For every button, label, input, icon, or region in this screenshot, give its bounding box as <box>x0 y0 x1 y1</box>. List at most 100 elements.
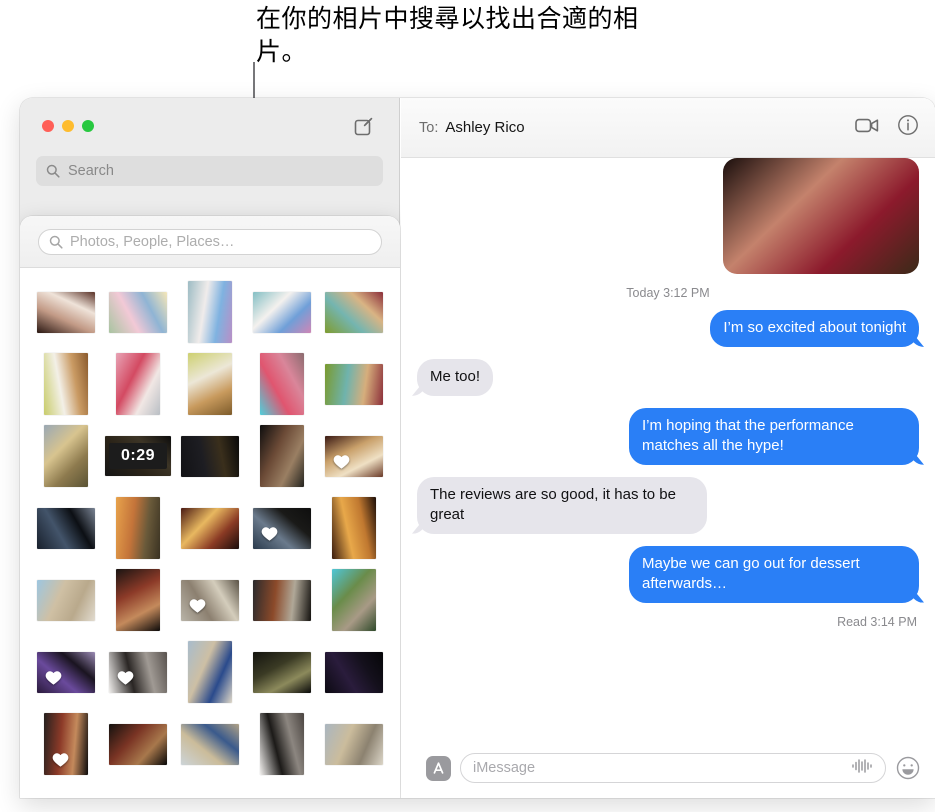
photo-thumbnail[interactable] <box>37 652 95 693</box>
app-store-icon[interactable] <box>426 756 451 781</box>
photo-thumbnail[interactable] <box>37 292 95 333</box>
incoming-message-bubble[interactable]: The reviews are so good, it has to be gr… <box>417 477 707 534</box>
photo-grid-item[interactable] <box>246 636 318 708</box>
photo-thumbnail[interactable] <box>181 436 239 477</box>
close-button[interactable] <box>42 120 54 132</box>
photo-grid-item[interactable] <box>30 420 102 492</box>
photo-thumbnail[interactable] <box>37 508 95 549</box>
photo-grid-item[interactable] <box>174 636 246 708</box>
photo-grid-item[interactable] <box>318 636 390 708</box>
photo-thumbnail[interactable] <box>37 580 95 621</box>
search-input[interactable]: Search <box>36 156 383 186</box>
photo-thumbnail[interactable] <box>332 497 376 559</box>
photo-thumbnail[interactable] <box>260 713 304 775</box>
audio-waveform-icon[interactable] <box>851 758 873 779</box>
photo-grid-item[interactable] <box>174 708 246 780</box>
photo-attachment[interactable] <box>723 158 919 274</box>
search-icon <box>49 235 63 249</box>
photo-grid-item[interactable] <box>30 636 102 708</box>
outgoing-message-bubble[interactable]: Maybe we can go out for dessert afterwar… <box>629 546 919 603</box>
outgoing-message-bubble[interactable]: I’m so excited about tonight <box>710 310 919 347</box>
photo-thumbnail[interactable] <box>44 713 88 775</box>
photo-thumbnail[interactable] <box>325 724 383 765</box>
photo-thumbnail[interactable] <box>332 569 376 631</box>
photo-grid-item[interactable] <box>174 420 246 492</box>
photo-thumbnail[interactable] <box>116 497 160 559</box>
photo-thumbnail[interactable] <box>188 281 232 343</box>
photo-grid-item[interactable] <box>174 276 246 348</box>
message-row: I’m so excited about tonight <box>417 310 919 347</box>
photo-grid-item[interactable] <box>246 492 318 564</box>
photo-grid-item[interactable] <box>318 420 390 492</box>
photo-grid-item[interactable]: 0:29 <box>102 420 174 492</box>
photo-thumbnail[interactable] <box>44 425 88 487</box>
photo-thumbnail[interactable] <box>325 436 383 477</box>
photo-grid-item[interactable] <box>102 564 174 636</box>
compose-left-fade <box>401 738 427 798</box>
photo-thumbnail[interactable] <box>181 580 239 621</box>
photo-grid-item[interactable] <box>174 348 246 420</box>
zoom-button[interactable] <box>82 120 94 132</box>
imessage-input[interactable]: iMessage <box>460 753 886 783</box>
incoming-message-bubble[interactable]: Me too! <box>417 359 493 396</box>
photo-grid-item[interactable] <box>246 564 318 636</box>
photos-search-input[interactable]: Photos, People, Places… <box>38 229 382 255</box>
video-thumbnail[interactable]: 0:29 <box>105 436 171 476</box>
photo-thumbnail[interactable] <box>181 508 239 549</box>
photo-thumbnail[interactable] <box>44 353 88 415</box>
photo-thumbnail[interactable] <box>116 353 160 415</box>
photo-grid-item[interactable] <box>102 492 174 564</box>
photo-thumbnail[interactable] <box>253 508 311 549</box>
photo-grid-item[interactable] <box>30 708 102 780</box>
photo-grid-item[interactable] <box>246 420 318 492</box>
info-icon[interactable] <box>897 114 919 141</box>
photo-thumbnail[interactable] <box>325 652 383 693</box>
photo-thumbnail[interactable] <box>253 292 311 333</box>
photo-thumbnail[interactable] <box>109 292 167 333</box>
photo-grid-item[interactable] <box>30 348 102 420</box>
photo-thumbnail[interactable] <box>325 292 383 333</box>
photo-thumbnail[interactable] <box>253 652 311 693</box>
photo-grid-item[interactable] <box>102 276 174 348</box>
photo-thumbnail[interactable] <box>188 641 232 703</box>
minimize-button[interactable] <box>62 120 74 132</box>
photo-thumbnail[interactable] <box>188 353 232 415</box>
photo-grid-item[interactable] <box>246 276 318 348</box>
window-traffic-lights <box>42 120 94 132</box>
favorite-heart-icon <box>51 750 70 769</box>
photo-grid-item[interactable] <box>30 276 102 348</box>
photo-grid-item[interactable] <box>246 708 318 780</box>
photo-thumbnail[interactable] <box>109 652 167 693</box>
conversation-timestamp: Today 3:12 PM <box>417 286 919 300</box>
photo-thumbnail[interactable] <box>116 569 160 631</box>
photo-thumbnail[interactable] <box>181 724 239 765</box>
photo-grid-item[interactable] <box>30 492 102 564</box>
photo-grid-item[interactable] <box>318 492 390 564</box>
photo-grid-item[interactable] <box>318 276 390 348</box>
photo-thumbnail[interactable] <box>260 425 304 487</box>
photo-thumbnail[interactable] <box>260 353 304 415</box>
compose-icon[interactable] <box>351 114 377 140</box>
photo-grid-item[interactable] <box>318 564 390 636</box>
message-list[interactable]: Today 3:12 PM I’m so excited about tonig… <box>401 158 935 738</box>
photo-thumbnail[interactable] <box>325 364 383 405</box>
photo-grid-item[interactable] <box>102 636 174 708</box>
screenshot-root: 在你的相片中搜尋以找出合適的相片。 <box>0 0 935 812</box>
photo-grid-item[interactable] <box>246 348 318 420</box>
photo-grid-item[interactable] <box>318 708 390 780</box>
search-icon <box>46 164 60 178</box>
photo-thumbnail[interactable] <box>109 724 167 765</box>
photo-grid-item[interactable] <box>174 564 246 636</box>
recipient-name[interactable]: Ashley Rico <box>445 119 524 136</box>
photo-grid-item[interactable] <box>102 348 174 420</box>
sidebar-search-wrap: Search <box>20 156 399 186</box>
header-actions <box>855 114 919 141</box>
photo-thumbnail[interactable] <box>253 580 311 621</box>
emoji-smiley-icon[interactable] <box>895 755 921 781</box>
video-camera-icon[interactable] <box>855 117 879 139</box>
photo-grid-item[interactable] <box>102 708 174 780</box>
outgoing-message-bubble[interactable]: I’m hoping that the performance matches … <box>629 408 919 465</box>
photo-grid-item[interactable] <box>174 492 246 564</box>
photo-grid-item[interactable] <box>30 564 102 636</box>
photo-grid-item[interactable] <box>318 348 390 420</box>
